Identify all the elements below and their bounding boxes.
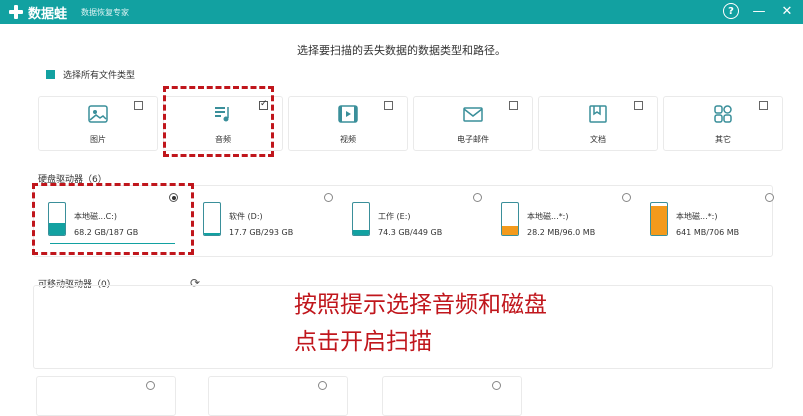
- drive-size: 17.7 GB/293 GB: [229, 228, 294, 237]
- drive-size: 28.2 MB/96.0 MB: [527, 228, 596, 237]
- audio-highlight-box: [163, 86, 274, 157]
- drive-icon: [501, 202, 519, 236]
- drive-icon: [352, 202, 370, 236]
- drive-item[interactable]: 本地磁...*:) 641 MB/706 MB: [646, 193, 786, 246]
- drive-highlight-box: [32, 183, 194, 255]
- select-all-label: 选择所有文件类型: [63, 71, 136, 81]
- app-logo: 数据蛙 数据恢复专家: [8, 3, 129, 22]
- type-checkbox[interactable]: [759, 101, 768, 110]
- drive-radio[interactable]: [473, 193, 482, 202]
- type-label: 电子邮件: [457, 135, 489, 144]
- other-icon: [714, 105, 732, 123]
- type-checkbox[interactable]: [134, 101, 143, 110]
- annotation-line-1: 按照提示选择音频和磁盘: [294, 292, 547, 318]
- video-icon: [338, 105, 358, 123]
- bottom-card[interactable]: [36, 376, 176, 416]
- type-card-image[interactable]: 图片: [38, 96, 158, 151]
- annotation-line-2: 点击开启扫描: [294, 329, 432, 355]
- minimize-button[interactable]: —: [751, 4, 767, 19]
- drive-radio[interactable]: [765, 193, 774, 202]
- document-icon: [589, 105, 607, 123]
- drive-radio[interactable]: [324, 193, 333, 202]
- drive-name: 工作 (E:): [378, 212, 411, 221]
- type-label: 文档: [590, 135, 606, 144]
- select-all-checkbox[interactable]: 选择所有文件类型: [46, 68, 135, 81]
- help-icon[interactable]: ?: [723, 3, 739, 19]
- drive-icon: [650, 202, 668, 236]
- type-checkbox[interactable]: [509, 101, 518, 110]
- drive-icon: [203, 202, 221, 236]
- app-subtitle: 数据恢复专家: [81, 7, 130, 17]
- drive-usage-fill: [651, 205, 667, 235]
- email-icon: [463, 107, 483, 122]
- type-card-other[interactable]: 其它: [663, 96, 783, 151]
- drive-name: 本地磁...*:): [527, 212, 569, 221]
- drive-size: 641 MB/706 MB: [676, 228, 740, 237]
- drive-radio[interactable]: [622, 193, 631, 202]
- type-label: 视频: [340, 135, 356, 144]
- page-title: 选择要扫描的丢失数据的数据类型和路径。: [297, 44, 506, 57]
- type-label: 其它: [715, 135, 731, 144]
- card-radio[interactable]: [318, 381, 327, 390]
- title-bar: 数据蛙 数据恢复专家 ? — ✕: [0, 0, 803, 24]
- drive-name: 本地磁...*:): [676, 212, 718, 221]
- drive-usage-fill: [502, 225, 518, 235]
- card-radio[interactable]: [146, 381, 155, 390]
- drive-size: 74.3 GB/449 GB: [378, 228, 443, 237]
- checkbox-icon[interactable]: [46, 70, 55, 79]
- bottom-card[interactable]: [208, 376, 348, 416]
- image-icon: [88, 105, 108, 123]
- type-checkbox[interactable]: [634, 101, 643, 110]
- drive-usage-fill: [353, 229, 369, 235]
- drive-name: 软件 (D:): [229, 212, 263, 221]
- app-name: 数据蛙: [28, 6, 68, 22]
- type-card-document[interactable]: 文档: [538, 96, 658, 151]
- type-checkbox[interactable]: [384, 101, 393, 110]
- drive-item[interactable]: 工作 (E:) 74.3 GB/449 GB: [348, 193, 488, 246]
- type-card-email[interactable]: 电子邮件: [413, 96, 533, 151]
- close-button[interactable]: ✕: [779, 4, 795, 19]
- drive-item[interactable]: 软件 (D:) 17.7 GB/293 GB: [199, 193, 339, 246]
- drive-item[interactable]: 本地磁...*:) 28.2 MB/96.0 MB: [497, 193, 637, 246]
- type-card-video[interactable]: 视频: [288, 96, 408, 151]
- type-label: 图片: [90, 135, 106, 144]
- card-radio[interactable]: [492, 381, 501, 390]
- drive-usage-fill: [204, 233, 220, 235]
- plus-logo-icon: [8, 4, 24, 20]
- bottom-card[interactable]: [382, 376, 522, 416]
